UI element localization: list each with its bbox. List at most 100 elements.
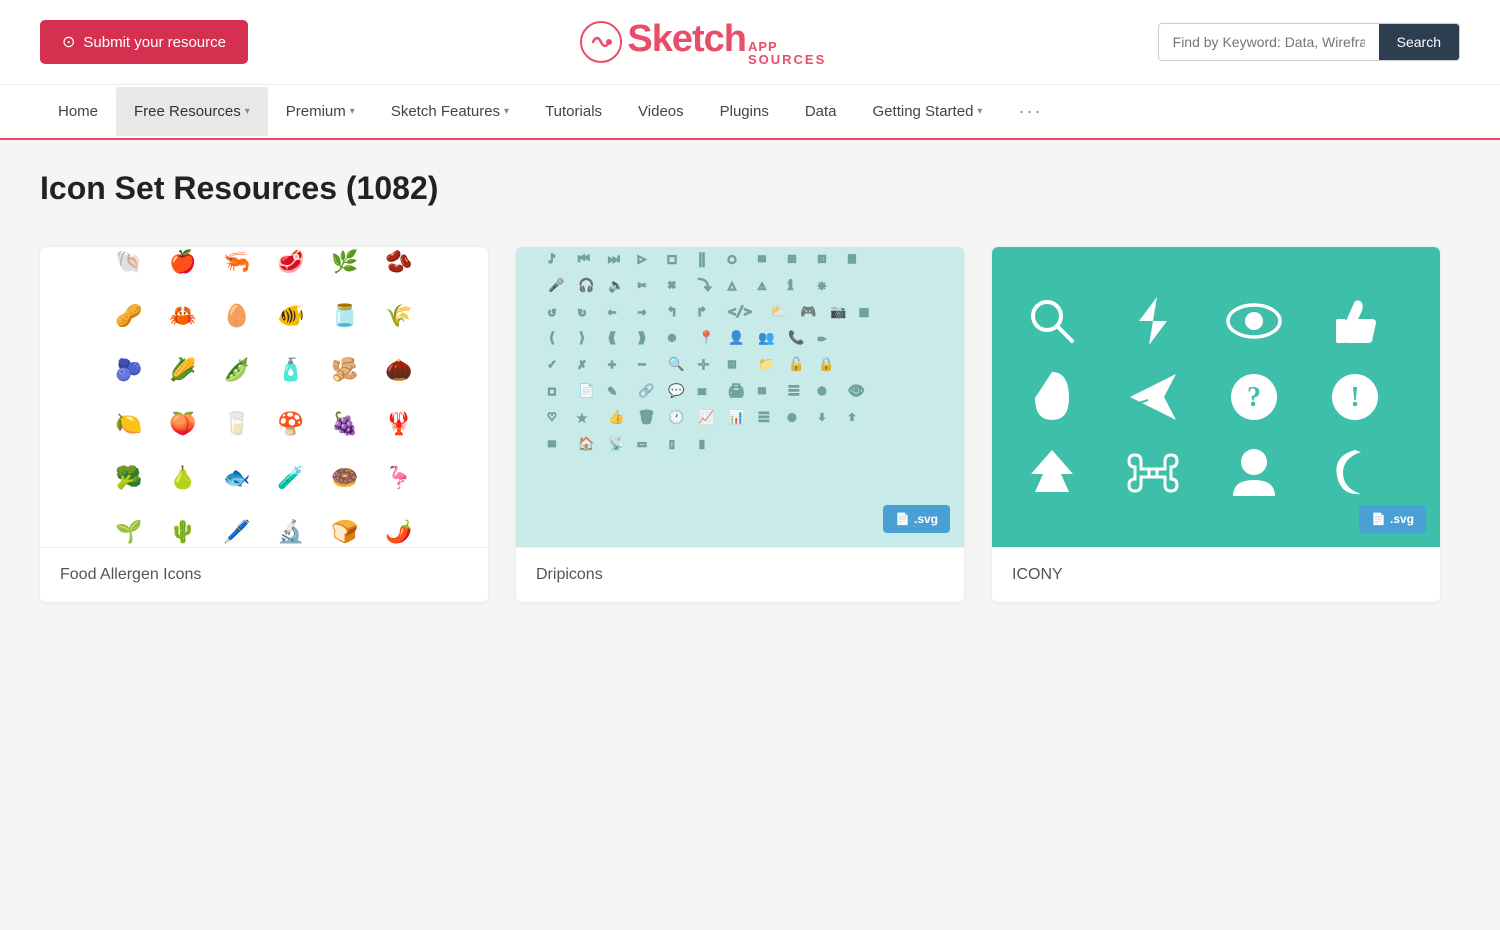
chevron-down-icon: ▾ (504, 106, 509, 117)
food-icon: 🫘 (381, 247, 417, 280)
food-icon: 🥩 (273, 247, 309, 280)
chevron-down-icon: ▾ (245, 106, 250, 117)
card-icony[interactable]: ? ! (992, 247, 1440, 602)
svg-text:≡: ≡ (758, 252, 766, 267)
food-icon: 🍎 (165, 247, 201, 280)
card-title-icony: ICONY (992, 547, 1440, 602)
svg-text:⊞: ⊞ (788, 252, 796, 267)
svg-text:□: □ (668, 252, 676, 267)
food-icon: 🫛 (219, 352, 255, 388)
svg-text:📡: 📡 (608, 434, 625, 451)
svg-text:📍: 📍 (698, 330, 714, 346)
svg-text:◻: ◻ (548, 384, 556, 399)
food-icon: 🦀 (165, 298, 201, 334)
icony-icon-drop (1022, 367, 1082, 427)
logo-sources-text: SOURCES (748, 53, 826, 66)
icony-icon-plane (1123, 367, 1183, 427)
nav-item-getting-started[interactable]: Getting Started ▾ (855, 87, 1001, 136)
svg-text:👍: 👍 (608, 409, 624, 425)
svg-text:🗑: 🗑 (638, 409, 655, 425)
svg-text:⟫: ⟫ (638, 331, 646, 346)
svg-text:↰: ↰ (668, 304, 676, 319)
svg-badge-dripicons: 📄 .svg (883, 505, 950, 533)
svg-text:🎤: 🎤 (548, 276, 565, 293)
svg-text:🔓: 🔓 (788, 356, 804, 372)
search-input[interactable] (1159, 24, 1379, 60)
svg-text:☰: ☰ (758, 410, 770, 425)
card-dripicons[interactable]: ♪ ⏮ ⏭ ▷ □ ‖ ○ ≡ ⊞ ⊡ ≣ 🎤 (516, 247, 964, 602)
nav-item-plugins[interactable]: Plugins (702, 87, 787, 136)
logo-icon (579, 20, 623, 64)
logo-sub: APP SOURCES (748, 40, 826, 66)
svg-text:🔒: 🔒 (818, 356, 834, 372)
svg-text:♡: ♡ (548, 410, 556, 425)
food-icon: 🖊️ (219, 514, 255, 547)
svg-text:♪: ♪ (548, 252, 556, 267)
icony-icon-command (1123, 443, 1183, 503)
svg-text:📞: 📞 (788, 329, 805, 346)
svg-text:↻: ↻ (578, 304, 586, 319)
svg-text:🏠: 🏠 (578, 435, 594, 451)
svg-text:📊: 📊 (728, 409, 744, 425)
food-icon: 🧴 (273, 352, 309, 388)
chevron-down-icon: ▾ (977, 106, 982, 117)
card-title-food-allergen: Food Allergen Icons (40, 547, 488, 602)
svg-text:○: ○ (728, 252, 736, 267)
target-icon: ⊙ (62, 32, 75, 52)
nav-item-premium[interactable]: Premium ▾ (268, 87, 373, 136)
svg-text:⏭: ⏭ (608, 252, 620, 267)
nav-item-free-resources[interactable]: Free Resources ▾ (116, 87, 268, 136)
card-image-icony: ? ! (992, 247, 1440, 547)
nav-item-sketch-features[interactable]: Sketch Features ▾ (373, 87, 527, 136)
search-area: Search (1158, 23, 1460, 61)
submit-label: Submit your resource (83, 34, 226, 51)
svg-text:🖨: 🖨 (728, 384, 745, 399)
svg-text:⤵: ⤵ (698, 277, 711, 293)
nav-item-videos[interactable]: Videos (620, 87, 702, 136)
food-icon: 🍑 (165, 406, 201, 442)
food-icon: 🦩 (381, 460, 417, 496)
svg-text:☰: ☰ (788, 384, 800, 399)
nav-item-home[interactable]: Home (40, 87, 116, 136)
svg-text:✉: ✉ (698, 384, 706, 399)
svg-text:‖: ‖ (698, 252, 706, 267)
submit-button[interactable]: ⊙ Submit your resource (40, 20, 248, 64)
logo-sketch-text: Sketch (627, 18, 746, 61)
card-food-allergen[interactable]: 🐚 🍎 🦐 🥩 🌿 🫘 🥜 🦀 🥚 🐠 🫙 🌾 🫐 🌽 (40, 247, 488, 602)
icony-icon-thumbsup (1325, 291, 1385, 351)
icony-icon-tree (1022, 443, 1082, 503)
logo-link[interactable]: Sketch APP SOURCES (579, 18, 826, 66)
icony-icons-grid: ? ! (992, 261, 1440, 533)
food-icon: 🌿 (327, 247, 363, 280)
icony-icon-bolt (1123, 291, 1183, 351)
svg-text:!: ! (1350, 382, 1359, 413)
svg-text:→: → (638, 304, 646, 319)
svg-text:📁: 📁 (758, 357, 774, 372)
nav-item-more[interactable]: ··· (1000, 85, 1060, 138)
svg-text:⬆: ⬆ (848, 410, 856, 425)
nav-item-data[interactable]: Data (787, 87, 855, 136)
food-icon: 🔬 (273, 514, 309, 547)
svg-text:△: △ (728, 278, 736, 293)
food-icon: 🐟 (219, 460, 255, 496)
dripicons-svg: ♪ ⏮ ⏭ ▷ □ ‖ ○ ≡ ⊞ ⊡ ≣ 🎤 (536, 247, 944, 547)
card-image-dripicons: ♪ ⏮ ⏭ ▷ □ ‖ ○ ≡ ⊞ ⊡ ≣ 🎤 (516, 247, 964, 547)
svg-text:☆: ☆ (578, 410, 586, 425)
svg-text:👁: 👁 (848, 384, 865, 399)
food-icon: 🍇 (327, 406, 363, 442)
svg-text:✎: ✎ (608, 384, 616, 399)
page-title-area: Icon Set Resources (1082) (0, 140, 1500, 227)
food-icon: 🥚 (219, 298, 255, 334)
nav-item-tutorials[interactable]: Tutorials (527, 87, 620, 136)
svg-text:⬇: ⬇ (818, 410, 826, 425)
icony-icon-question: ? (1224, 367, 1284, 427)
food-icon: 🍐 (165, 460, 201, 496)
food-icon: 🍞 (327, 514, 363, 547)
file-icon: 📄 (1371, 512, 1386, 526)
icony-icon-eye (1224, 291, 1284, 351)
svg-text:🎮: 🎮 (800, 304, 816, 319)
svg-text:📄: 📄 (578, 383, 594, 399)
food-icon: 🫚 (327, 352, 363, 388)
search-button[interactable]: Search (1379, 24, 1459, 60)
food-icon: 🌵 (165, 514, 201, 547)
